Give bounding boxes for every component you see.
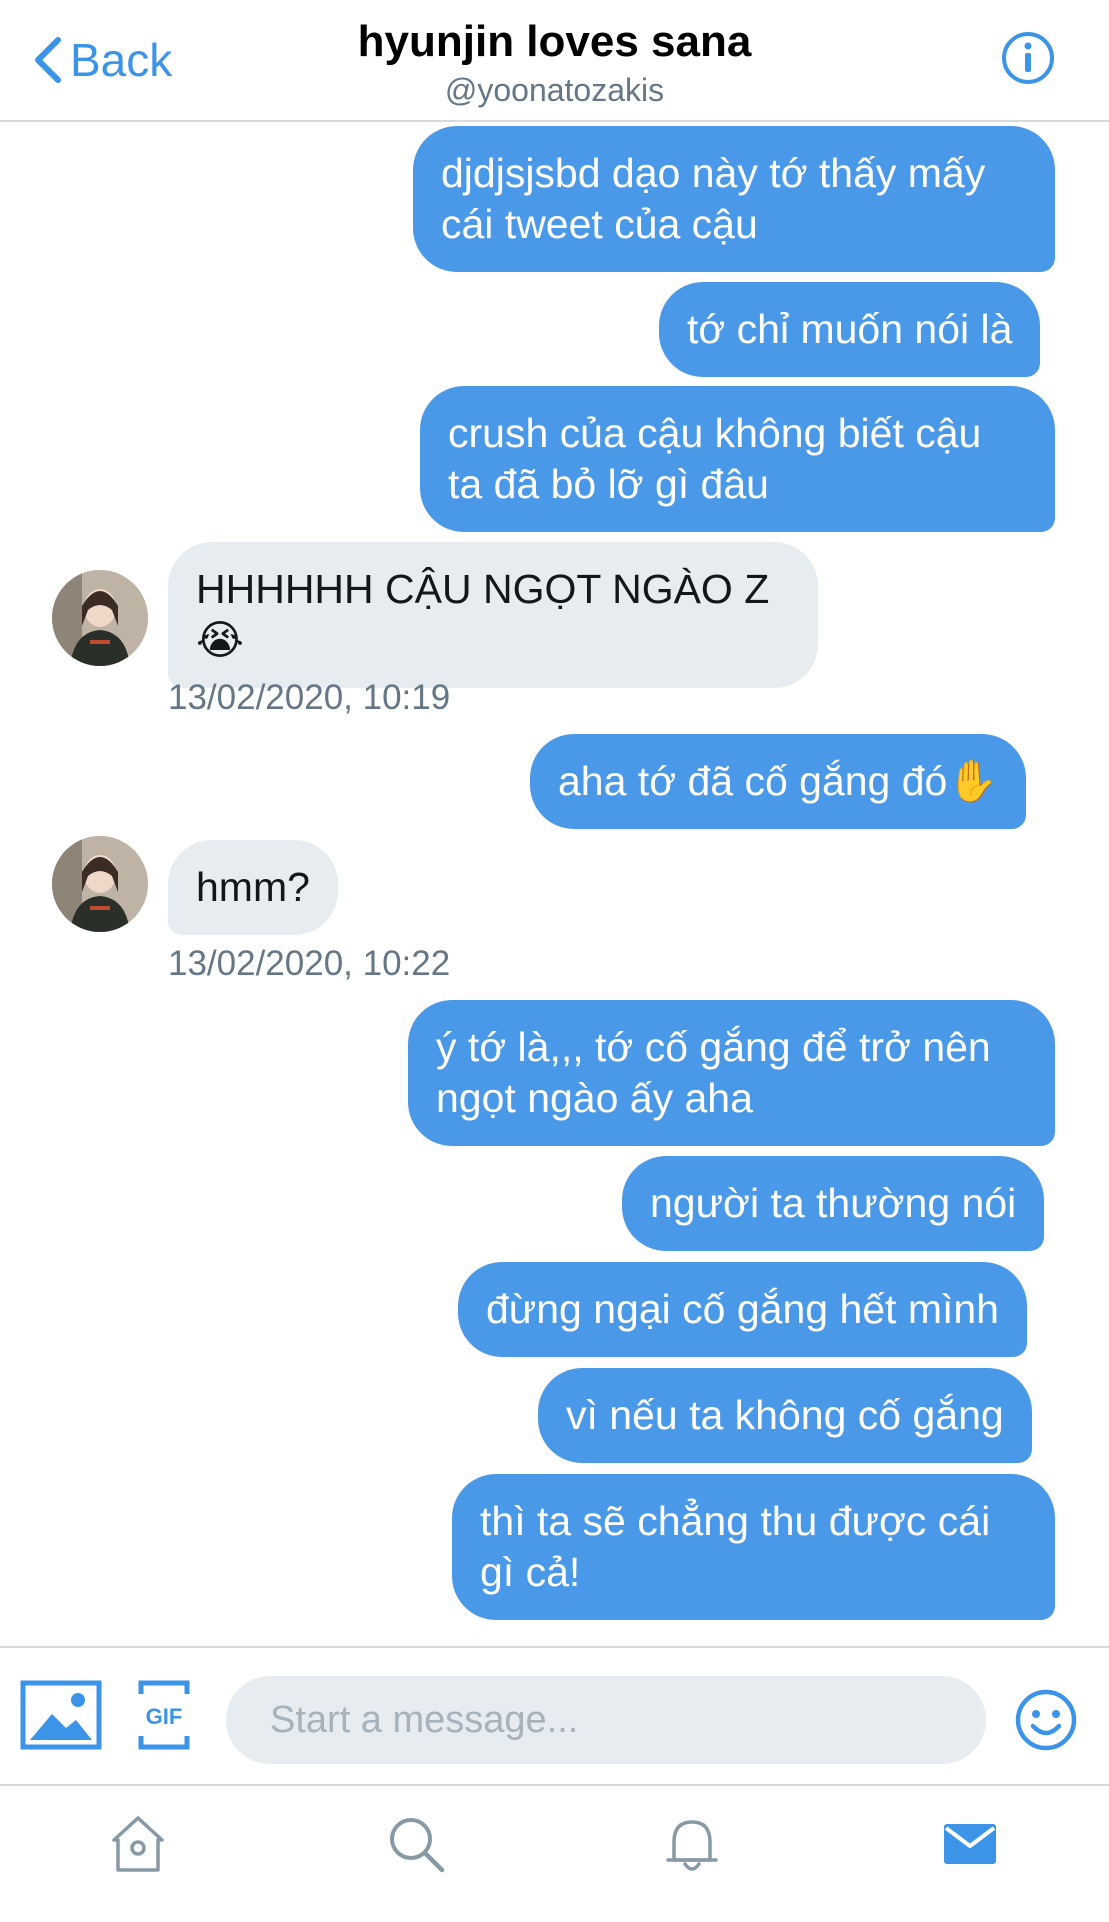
bell-icon <box>666 1820 718 1871</box>
message-bubble-outgoing[interactable]: aha tớ đã cố gắng đó✋ <box>530 734 1027 829</box>
conversation-title: hyunjin loves sana <box>357 17 752 66</box>
conversation-header: Back hyunjin loves sana @yoonatozakis <box>0 0 1109 122</box>
message-bubble-outgoing[interactable]: tớ chỉ muốn nói là <box>659 282 1041 377</box>
tab-home[interactable] <box>106 1812 170 1876</box>
add-photo-button[interactable] <box>20 1680 102 1755</box>
message-bubble-outgoing[interactable]: thì ta sẽ chẳng thu được cái gì cả! <box>452 1474 1055 1620</box>
message-bubble-outgoing[interactable]: ý tớ là,,, tớ cố gắng để trở nên ngọt ng… <box>408 1000 1055 1146</box>
gif-icon: GIF <box>138 1680 190 1750</box>
message-bubble-incoming[interactable]: HHHHHH CẬU NGỌT NGÀO Z 😭 <box>168 542 818 688</box>
avatar[interactable] <box>52 570 148 666</box>
info-button[interactable] <box>1000 30 1056 86</box>
info-icon <box>1002 32 1054 84</box>
avatar[interactable] <box>52 836 148 932</box>
message-bubble-outgoing[interactable]: người ta thường nói <box>622 1156 1045 1251</box>
message-timestamp: 13/02/2020, 10:19 <box>168 678 451 717</box>
conversation-handle: @yoonatozakis <box>444 72 665 108</box>
bottom-tab-bar <box>0 1784 1109 1922</box>
search-icon <box>390 1818 445 1873</box>
message-input[interactable] <box>226 1676 986 1764</box>
avatar-photo <box>52 570 148 666</box>
tab-notifications[interactable] <box>660 1812 724 1876</box>
message-bubble-outgoing[interactable]: vì nếu ta không cố gắng <box>538 1368 1032 1463</box>
message-bubble-outgoing[interactable]: djdjsjsbd dạo này tớ thấy mấy cái tweet … <box>413 126 1055 272</box>
message-bubble-outgoing[interactable]: đừng ngại cố gắng hết mình <box>458 1262 1027 1357</box>
mail-icon <box>944 1824 996 1864</box>
emoji-button[interactable] <box>1014 1688 1078 1757</box>
add-gif-button[interactable]: GIF <box>138 1680 190 1755</box>
home-icon <box>112 1816 164 1872</box>
tab-messages[interactable] <box>938 1812 1002 1876</box>
avatar-photo <box>52 836 148 932</box>
emoji-icon <box>1015 1689 1077 1751</box>
message-composer: GIF <box>0 1646 1109 1786</box>
message-bubble-incoming[interactable]: hmm? <box>168 840 338 935</box>
image-icon <box>20 1680 102 1750</box>
message-bubble-outgoing[interactable]: crush của cậu không biết cậu ta đã bỏ lỡ… <box>420 386 1055 532</box>
message-thread: djdjsjsbd dạo này tớ thấy mấy cái tweet … <box>0 122 1109 1646</box>
conversation-title-block: hyunjin loves sana @yoonatozakis <box>0 16 1109 110</box>
message-timestamp: 13/02/2020, 10:22 <box>168 944 451 983</box>
tab-search[interactable] <box>384 1812 448 1876</box>
gif-label: GIF <box>146 1704 183 1729</box>
